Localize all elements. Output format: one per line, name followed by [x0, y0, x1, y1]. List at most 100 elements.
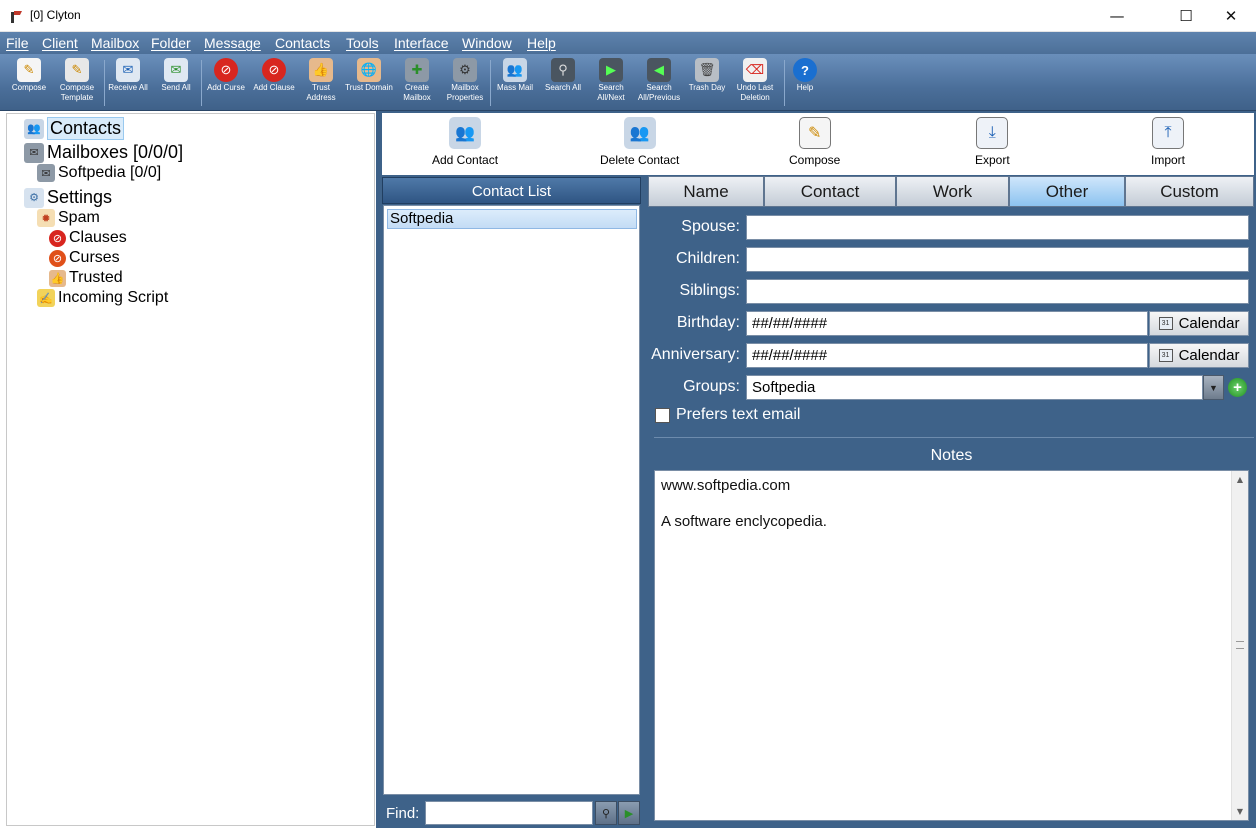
birthday-field[interactable]: ##/##/####	[746, 311, 1148, 336]
trust-domain-icon: 🌐	[357, 58, 381, 82]
anniversary-field[interactable]: ##/##/####	[746, 343, 1148, 368]
groups-dropdown-button[interactable]: ▼	[1203, 375, 1224, 400]
notes-line: A software enclycopedia.	[661, 513, 827, 530]
contact-list-header: Contact List	[382, 177, 641, 204]
list-item[interactable]: Softpedia	[387, 209, 637, 229]
scroll-down-icon[interactable]: ▼	[1232, 803, 1248, 820]
gear-icon: ⚙	[24, 187, 44, 208]
mass-mail-button[interactable]: 👥 Mass Mail	[491, 56, 539, 108]
tab-name[interactable]: Name	[648, 176, 764, 207]
tree-item-contacts[interactable]: 👥 Contacts	[24, 117, 125, 140]
tab-contact[interactable]: Contact	[764, 176, 896, 207]
undo-deletion-icon: ⌫	[743, 58, 767, 82]
help-icon: ?	[793, 58, 817, 82]
find-button[interactable]: ⚲	[595, 801, 617, 825]
tree-item-curses[interactable]: ⊘ Curses	[49, 249, 120, 267]
import-button[interactable]: ⤒ Import	[1151, 117, 1185, 167]
main-toolbar: ✎ Compose ✎ Compose Template ✉ Receive A…	[0, 54, 1256, 111]
mass-mail-icon: 👥	[503, 58, 527, 82]
scroll-up-icon[interactable]: ▲	[1232, 471, 1248, 488]
search-all-button[interactable]: ⚲ Search All	[539, 56, 587, 108]
tab-custom[interactable]: Custom	[1125, 176, 1254, 207]
tree-item-trusted[interactable]: 👍 Trusted	[49, 269, 123, 287]
find-next-button[interactable]: ▶	[618, 801, 640, 825]
tab-other[interactable]: Other	[1009, 176, 1125, 207]
undo-deletion-button[interactable]: ⌫ Undo Last Deletion	[731, 56, 779, 108]
add-clause-button[interactable]: ⊘ Add Clause	[250, 56, 298, 108]
menu-help[interactable]: Help	[527, 35, 556, 51]
search-next-button[interactable]: ▶ Search All/Next	[587, 56, 635, 108]
binoculars-next-icon: ▶	[624, 807, 634, 820]
notes-line: www.softpedia.com	[661, 477, 791, 494]
tree-item-mailboxes[interactable]: ✉ Mailboxes [0/0/0]	[24, 142, 183, 163]
menu-window[interactable]: Window	[462, 35, 512, 51]
receive-all-button[interactable]: ✉ Receive All	[104, 56, 152, 108]
children-field[interactable]	[746, 247, 1249, 272]
find-label: Find:	[386, 805, 420, 822]
trust-domain-button[interactable]: 🌐 Trust Domain	[345, 56, 393, 108]
menu-tools[interactable]: Tools	[346, 35, 379, 51]
trust-address-button[interactable]: 👍 Trust Address	[297, 56, 345, 108]
help-button[interactable]: ? Help	[781, 56, 829, 108]
trash-day-button[interactable]: 🗑 Trash Day	[683, 56, 731, 108]
find-bar: Find: ⚲ ▶	[382, 798, 641, 826]
create-mailbox-button[interactable]: ✚ Create Mailbox	[393, 56, 441, 108]
menu-file[interactable]: File	[6, 35, 29, 51]
tree-item-spam[interactable]: ✹ Spam	[37, 209, 100, 227]
thumbs-up-icon: 👍	[49, 269, 66, 287]
menu-folder[interactable]: Folder	[151, 35, 191, 51]
mailbox-icon: ✉	[24, 142, 44, 163]
tree-item-incoming-script[interactable]: ✍ Incoming Script	[37, 289, 168, 307]
compose-template-button[interactable]: ✎ Compose Template	[53, 56, 101, 108]
tree-item-softpedia-mailbox[interactable]: ✉ Softpedia [0/0]	[37, 164, 161, 182]
siblings-label: Siblings:	[679, 282, 740, 299]
notes-scrollbar[interactable]: ▲ ▼	[1231, 471, 1248, 820]
menu-contacts[interactable]: Contacts	[275, 35, 330, 51]
add-group-button[interactable]: +	[1228, 378, 1247, 397]
mailbox-icon: ✉	[37, 164, 55, 182]
scroll-grip[interactable]	[1236, 641, 1244, 649]
groups-select[interactable]: Softpedia	[746, 375, 1203, 400]
notes-textarea[interactable]: www.softpedia.com A software enclycopedi…	[654, 470, 1249, 821]
notes-label: Notes	[930, 447, 973, 464]
spam-icon: ✹	[37, 209, 55, 227]
menu-message[interactable]: Message	[204, 35, 261, 51]
tree-item-clauses[interactable]: ⊘ Clauses	[49, 229, 127, 247]
receive-all-icon: ✉	[116, 58, 140, 82]
find-input[interactable]	[425, 801, 593, 825]
compose-button[interactable]: ✎ Compose	[5, 56, 53, 108]
compose-contact-button[interactable]: ✎ Compose	[789, 117, 840, 167]
birthday-calendar-button[interactable]: 31 Calendar	[1149, 311, 1249, 336]
calendar-icon: 31	[1158, 349, 1173, 362]
window-title: [0] Clyton	[30, 8, 81, 22]
curse-icon: ⊘	[49, 249, 66, 267]
compose-icon: ✎	[17, 58, 41, 82]
prefers-text-checkbox[interactable]	[655, 408, 670, 423]
siblings-field[interactable]	[746, 279, 1249, 304]
trash-icon: 🗑	[695, 58, 719, 82]
birthday-label: Birthday:	[676, 314, 740, 331]
export-button[interactable]: ⤓ Export	[975, 117, 1010, 167]
mailbox-properties-button[interactable]: ⚙ Mailbox Properties	[441, 56, 489, 108]
search-previous-button[interactable]: ◀ Search All/Previous	[635, 56, 683, 108]
minimize-button[interactable]: —	[1094, 0, 1140, 31]
search-all-icon: ⚲	[551, 58, 575, 82]
delete-contact-icon: 👥	[623, 117, 656, 149]
maximize-button[interactable]: ☐	[1163, 0, 1209, 31]
menu-interface[interactable]: Interface	[394, 35, 448, 51]
tree-item-settings[interactable]: ⚙ Settings	[24, 187, 112, 208]
anniversary-calendar-button[interactable]: 31 Calendar	[1149, 343, 1249, 368]
contact-list[interactable]: Softpedia	[383, 205, 640, 795]
menu-mailbox[interactable]: Mailbox	[91, 35, 139, 51]
spouse-field[interactable]	[746, 215, 1249, 240]
send-all-button[interactable]: ✉ Send All	[152, 56, 200, 108]
add-curse-button[interactable]: ⊘ Add Curse	[202, 56, 250, 108]
close-button[interactable]: ✕	[1208, 0, 1254, 31]
delete-contact-button[interactable]: 👥 Delete Contact	[600, 117, 679, 167]
add-curse-icon: ⊘	[214, 58, 238, 82]
add-contact-button[interactable]: 👥 Add Contact	[432, 117, 498, 167]
tab-work[interactable]: Work	[896, 176, 1009, 207]
section-divider	[654, 437, 1254, 438]
search-next-icon: ▶	[599, 58, 623, 82]
menu-client[interactable]: Client	[42, 35, 78, 51]
